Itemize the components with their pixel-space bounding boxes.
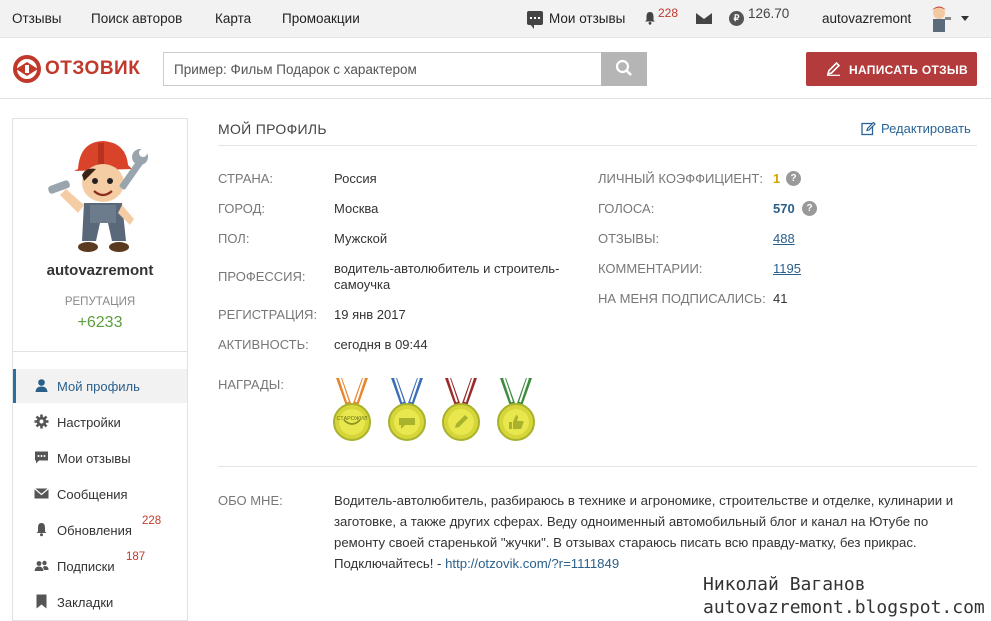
gender-value: Мужской xyxy=(334,231,388,246)
registration-label: РЕГИСТРАЦИЯ: xyxy=(218,307,318,322)
bell-icon[interactable] xyxy=(643,11,657,25)
svg-text:СТАРОЖИЛ: СТАРОЖИЛ xyxy=(337,416,368,422)
about-label: ОБО МНЕ: xyxy=(218,493,283,508)
sidebar-item-my-reviews[interactable]: Мои отзывы xyxy=(13,441,187,475)
user-menu-name[interactable]: autovazremont xyxy=(822,11,911,26)
nav-promo-link[interactable]: Промоакции xyxy=(282,11,360,26)
profession-label: ПРОФЕССИЯ: xyxy=(218,269,306,284)
gender-label: ПОЛ: xyxy=(218,231,250,246)
bookmark-icon xyxy=(36,594,47,609)
sidebar-item-label: Мой профиль xyxy=(57,379,140,394)
profession-value: водитель-автолюбитель и строитель-самоуч… xyxy=(334,261,560,292)
gear-icon xyxy=(34,414,49,429)
sidebar-item-settings[interactable]: Настройки xyxy=(13,405,187,439)
activity-value: сегодня в 09:44 xyxy=(334,337,428,352)
edit-profile-label: Редактировать xyxy=(881,121,971,136)
medal-oldtimer-icon[interactable]: СТАРОЖИЛ xyxy=(332,376,372,442)
sidebar-item-label: Закладки xyxy=(57,595,114,610)
profile-title: МОЙ ПРОФИЛЬ xyxy=(218,121,327,137)
reputation-label: РЕПУТАЦИЯ xyxy=(64,296,136,308)
sidebar-item-label: Мои отзывы xyxy=(57,451,131,466)
user-icon xyxy=(35,379,48,392)
sidebar-item-updates[interactable]: Обновления 228 xyxy=(13,513,187,547)
my-reviews-link[interactable]: Мои отзывы xyxy=(549,11,625,26)
coefficient-value: 1 xyxy=(773,171,781,186)
nav-map-link[interactable]: Карта xyxy=(215,11,251,26)
subscriptions-badge: 187 xyxy=(126,551,146,563)
about-divider xyxy=(218,466,977,467)
nav-reviews-link[interactable]: Отзывы xyxy=(12,11,61,26)
users-icon xyxy=(34,560,49,571)
notifications-badge: 228 xyxy=(658,6,679,20)
search-button[interactable] xyxy=(601,52,647,86)
coefficient-help-icon[interactable]: ? xyxy=(786,171,801,186)
votes-value: 570 xyxy=(773,201,795,216)
medal-green-icon[interactable] xyxy=(496,376,536,442)
logo-mark-icon[interactable] xyxy=(12,54,46,84)
votes-label: ГОЛОСА: xyxy=(598,201,655,216)
sidebar-divider xyxy=(13,351,187,352)
top-bar: Отзывы Поиск авторов Карта Промоакции Мо… xyxy=(0,0,991,38)
reputation-value: +6233 xyxy=(77,314,123,331)
chat-icon xyxy=(35,451,48,464)
profile-divider xyxy=(218,145,977,146)
medal-blue-icon[interactable] xyxy=(387,376,427,442)
registration-value: 19 янв 2017 xyxy=(334,307,406,322)
sidebar-item-bookmarks[interactable]: Закладки xyxy=(13,585,187,619)
city-value: Москва xyxy=(334,201,379,216)
medal-red-icon[interactable] xyxy=(441,376,481,442)
reviews-label: ОТЗЫВЫ: xyxy=(598,231,660,246)
write-review-button[interactable]: НАПИСАТЬ ОТЗЫВ xyxy=(806,52,977,86)
country-label: СТРАНА: xyxy=(218,171,274,186)
city-label: ГОРОД: xyxy=(218,201,266,216)
pencil-icon xyxy=(826,61,841,76)
balance-coin-icon: ₽ xyxy=(729,11,744,26)
about-body: Водитель-автолюбитель, разбираюсь в техн… xyxy=(334,493,954,571)
nav-authors-link[interactable]: Поиск авторов xyxy=(91,11,182,26)
comments-count-link[interactable]: 1195 xyxy=(773,261,801,276)
followers-label: НА МЕНЯ ПОДПИСАЛИСЬ: xyxy=(598,291,766,306)
watermark-blog: autovazremont.blogspot.com xyxy=(703,597,985,618)
write-review-label: НАПИСАТЬ ОТЗЫВ xyxy=(849,63,968,77)
main-header: ОТЗОВИК НАПИСАТЬ ОТЗЫВ xyxy=(0,38,991,99)
user-avatar-small[interactable] xyxy=(926,4,952,34)
sidebar-item-label: Обновления xyxy=(57,523,132,538)
sidebar-item-subscriptions[interactable]: Подписки 187 xyxy=(13,549,187,583)
user-avatar[interactable] xyxy=(46,131,156,259)
sidebar-item-my-profile[interactable]: Мой профиль xyxy=(13,369,187,403)
followers-value: 41 xyxy=(773,291,788,306)
votes-help-icon[interactable]: ? xyxy=(802,201,817,216)
bell-icon xyxy=(36,523,47,537)
sidebar-item-label: Подписки xyxy=(57,559,115,574)
messages-icon[interactable] xyxy=(696,13,712,24)
profile-username: autovazremont xyxy=(46,262,154,279)
sidebar-item-label: Сообщения xyxy=(57,487,128,502)
activity-label: АКТИВНОСТЬ: xyxy=(218,337,309,352)
updates-badge: 228 xyxy=(142,515,162,527)
watermark-author: Николай Ваганов xyxy=(703,574,866,595)
edit-icon xyxy=(861,121,876,136)
sidebar-item-messages[interactable]: Сообщения xyxy=(13,477,187,511)
comments-label: КОММЕНТАРИИ: xyxy=(598,261,703,276)
about-text: Водитель-автолюбитель, разбираюсь в техн… xyxy=(334,490,974,574)
reviews-count-link[interactable]: 488 xyxy=(773,231,795,246)
profile-sidebar: autovazremont РЕПУТАЦИЯ +6233 Мой профил… xyxy=(12,118,188,621)
coefficient-label: ЛИЧНЫЙ КОЭФФИЦИЕНТ: xyxy=(598,171,763,186)
sidebar-item-label: Настройки xyxy=(57,415,121,430)
referral-link[interactable]: http://otzovik.com/?r=1111849 xyxy=(445,556,619,571)
awards-label: НАГРАДЫ: xyxy=(218,377,284,392)
country-value: Россия xyxy=(334,171,377,186)
user-menu-caret-icon[interactable] xyxy=(961,16,969,21)
envelope-icon xyxy=(34,488,49,499)
balance-value: 126.70 xyxy=(748,6,790,21)
search-input[interactable] xyxy=(163,52,602,86)
logo-text[interactable]: ОТЗОВИК xyxy=(45,58,140,80)
search-icon xyxy=(615,59,632,76)
my-reviews-icon[interactable] xyxy=(527,11,543,29)
